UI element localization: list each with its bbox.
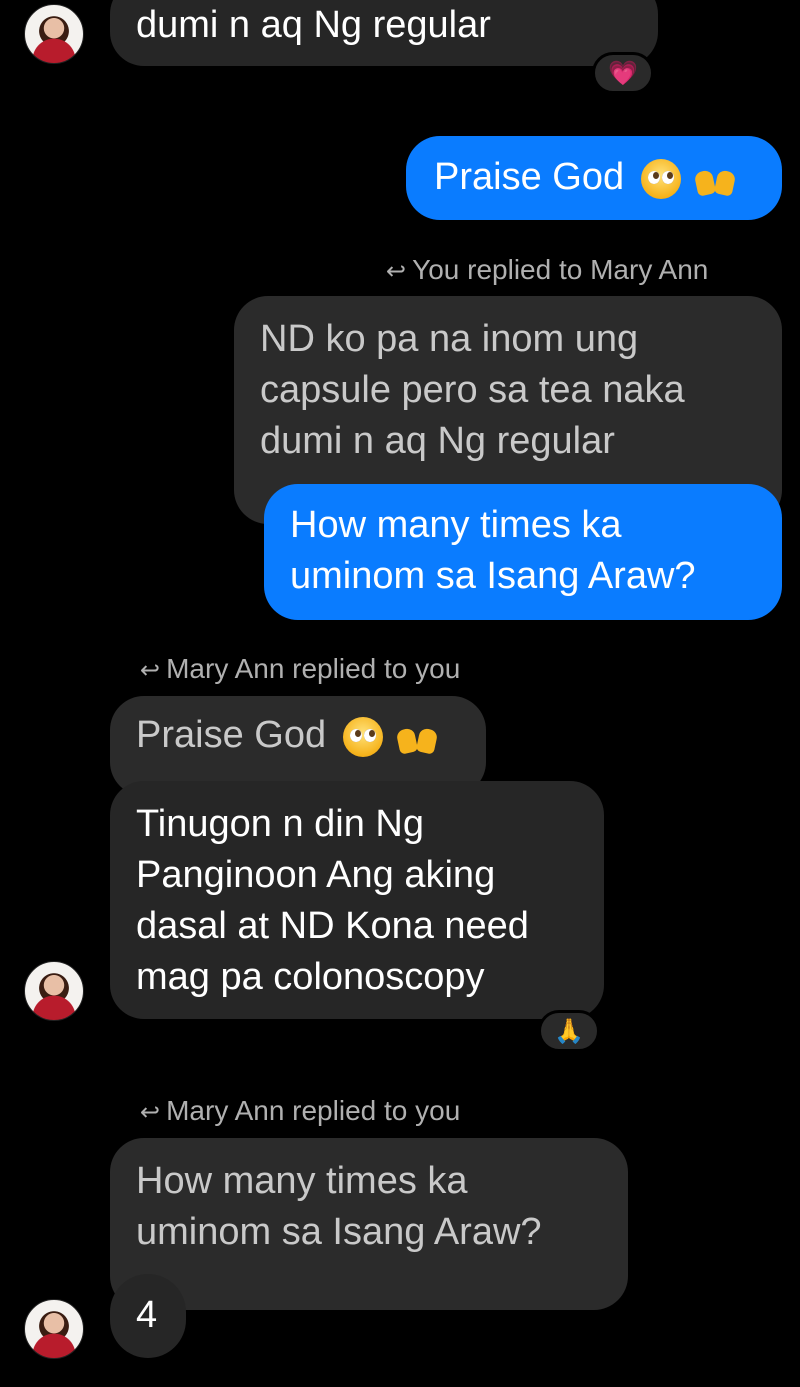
pleading-face-icon bbox=[640, 158, 681, 199]
quoted-text: Praise God bbox=[136, 714, 327, 756]
quoted-text: How many times ka uminom sa Isang Araw? bbox=[136, 1160, 542, 1253]
reply-label: ↩ Mary Ann replied to you bbox=[140, 653, 461, 684]
contact-avatar[interactable] bbox=[24, 961, 84, 1021]
quoted-message-bubble[interactable]: How many times ka uminom sa Isang Araw? bbox=[110, 1138, 628, 1310]
reply-label: ↩ You replied to Mary Ann bbox=[386, 254, 709, 285]
quoted-text: ND ko pa na inom ung capsule pero sa tea… bbox=[260, 318, 685, 462]
outgoing-message-bubble[interactable]: How many times ka uminom sa Isang Araw? bbox=[264, 484, 782, 620]
chat-thread: dumi n aq Ng regular 💗 Praise God ↩ You r… bbox=[0, 0, 800, 1387]
outgoing-message-bubble[interactable]: Praise God bbox=[406, 136, 782, 220]
contact-avatar[interactable] bbox=[24, 1299, 84, 1359]
heart-icon: 💗 bbox=[608, 59, 638, 87]
reply-arrow-icon: ↩ bbox=[140, 1099, 161, 1126]
incoming-message-bubble[interactable]: Tinugon n din Ng Panginoon Ang aking das… bbox=[110, 781, 604, 1019]
message-text: Praise God bbox=[434, 156, 625, 198]
pleading-face-icon bbox=[342, 716, 383, 757]
folded-hands-icon: 🙏 bbox=[554, 1017, 584, 1045]
incoming-message-bubble[interactable]: 4 bbox=[110, 1274, 186, 1358]
message-text: How many times ka uminom sa Isang Araw? bbox=[290, 504, 696, 597]
incoming-message-bubble[interactable]: dumi n aq Ng regular bbox=[110, 0, 658, 66]
message-text: dumi n aq Ng regular bbox=[136, 4, 491, 46]
contact-avatar[interactable] bbox=[24, 4, 84, 64]
reply-arrow-icon: ↩ bbox=[140, 657, 161, 684]
reaction-heart[interactable]: 💗 bbox=[592, 52, 654, 94]
reply-label: ↩ Mary Ann replied to you bbox=[140, 1095, 461, 1126]
raised-hands-icon bbox=[693, 163, 737, 195]
message-text: 4 bbox=[136, 1294, 158, 1336]
reply-arrow-icon: ↩ bbox=[386, 258, 407, 285]
reaction-folded-hands[interactable]: 🙏 bbox=[538, 1010, 600, 1052]
raised-hands-icon bbox=[395, 721, 439, 753]
message-text: Tinugon n din Ng Panginoon Ang aking das… bbox=[136, 803, 529, 998]
